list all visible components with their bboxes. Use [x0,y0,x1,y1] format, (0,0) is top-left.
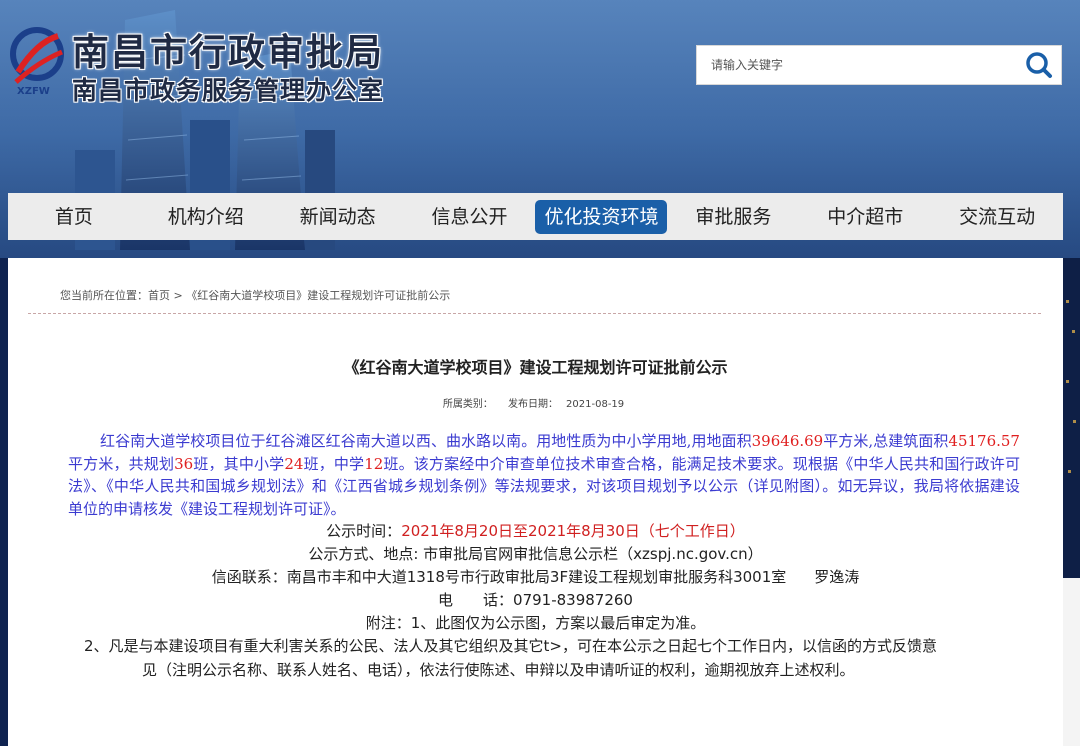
agency-logo[interactable]: XZFW [8,22,66,100]
main-nav: 首页 机构介绍 新闻动态 信息公开 优化投资环境 审批服务 中介超市 交流互动 [8,193,1063,240]
nav-item-interaction[interactable]: 交流互动 [931,200,1063,234]
svg-text:XZFW: XZFW [17,86,50,97]
breadcrumb-separator: > [170,289,187,302]
para-b: 平方米,总建筑面积 [823,432,949,450]
nav-item-disclosure[interactable]: 信息公开 [404,200,536,234]
article-panel: 您当前所在位置：首页 > 《红谷南大道学校项目》建设工程规划许可证批前公示 《红… [8,258,1063,746]
contact-person: 罗逸涛 [814,568,860,586]
breadcrumb-home-link[interactable]: 首页 [148,289,170,302]
classes-primary-value: 24 [284,454,304,473]
para-e: 班，中学 [303,454,365,473]
contact-address: 信函联系：南昌市丰和中大道1318号市行政审批局3F建设工程规划审批服务科300… [211,568,787,586]
classes-total-value: 36 [174,454,194,473]
breadcrumb: 您当前所在位置：首页 > 《红谷南大道学校项目》建设工程规划许可证批前公示 [60,287,450,303]
nav-item-investment-environment[interactable]: 优化投资环境 [535,199,668,234]
note-2: 2、凡是与本建设项目有重大利害关系的公民、法人及其它组织及其它t>，可在本公示之… [84,635,1024,682]
nav-item-agency-market[interactable]: 中介超市 [799,200,931,234]
search-icon [1026,52,1052,78]
note-2-line-b: 见（注明公示名称、联系人姓名、电话），依法行使陈述、申辩以及申请听证的权利，逾期… [142,660,855,679]
nav-item-approval-services[interactable]: 审批服务 [667,200,799,234]
contact-line: 信函联系：南昌市丰和中大道1318号市行政审批局3F建设工程规划审批服务科300… [8,566,1063,589]
breadcrumb-current-link[interactable]: 《红谷南大道学校项目》建设工程规划许可证批前公示 [186,289,450,302]
nav-item-news[interactable]: 新闻动态 [272,200,404,234]
nav-item-about[interactable]: 机构介绍 [140,200,272,234]
land-area-value: 39646.69 [751,432,824,450]
article-body-paragraph: 红谷南大道学校项目位于红谷滩区红谷南大道以西、曲水路以南。用地性质为中小学用地,… [68,430,1020,520]
note-1: 附注：1、此图仅为公示图，方案以最后审定为准。 [365,614,706,632]
site-header: XZFW 南昌市行政审批局 南昌市政务服务管理办公室 [0,0,1080,190]
nav-item-investment-environment-label: 优化投资环境 [535,199,668,234]
phone-number: 0791-83987260 [513,591,633,609]
building-area-value: 45176.57 [948,432,1020,450]
phone-label: 电 话： [438,591,514,609]
announcement-details: 公示时间：2021年8月20日至2021年8月30日（七个工作日） 公示方式、地… [8,520,1063,635]
site-title-main: 南昌市行政审批局 [72,31,384,74]
para-a: 红谷南大道学校项目位于红谷滩区红谷南大道以西、曲水路以南。用地性质为中小学用地,… [100,432,752,450]
article-meta: 所属类别： 发布日期： 2021-08-19 [8,395,1063,410]
para-c: 平方米，共规划 [68,454,175,473]
date-label-text: 发布日期： [508,399,559,410]
search-bar [696,45,1062,85]
nav-item-home[interactable]: 首页 [8,200,140,234]
breadcrumb-prefix: 您当前所在位置： [60,289,148,302]
site-title-sub: 南昌市政务服务管理办公室 [72,76,385,105]
publish-date: 2021-08-19 [566,399,625,410]
para-d: 班，其中小学 [193,454,285,473]
method-line: 公示方式、地点: 市审批局官网审批信息公示栏（xzspj.nc.gov.cn） [308,545,763,563]
search-input[interactable] [697,46,1017,84]
category-label: 所属类别： [442,399,493,410]
period-line: 公示时间：2021年8月20日至2021年8月30日（七个工作日） [8,520,1063,543]
phone-line: 电 话：0791-83987260 [8,589,1063,612]
note-2-line-a: 2、凡是与本建设项目有重大利害关系的公民、法人及其它组织及其它t>，可在本公示之… [84,637,937,655]
period-label: 公示时间： [326,522,402,540]
classes-middle-value: 12 [364,454,384,473]
article-title: 《红谷南大道学校项目》建设工程规划许可证批前公示 [343,358,728,377]
date-label: 发布日期： 2021-08-19 [504,399,628,410]
search-button[interactable] [1017,46,1061,84]
period-value: 2021年8月20日至2021年8月30日（七个工作日） [401,522,745,540]
dashed-divider [28,313,1041,314]
